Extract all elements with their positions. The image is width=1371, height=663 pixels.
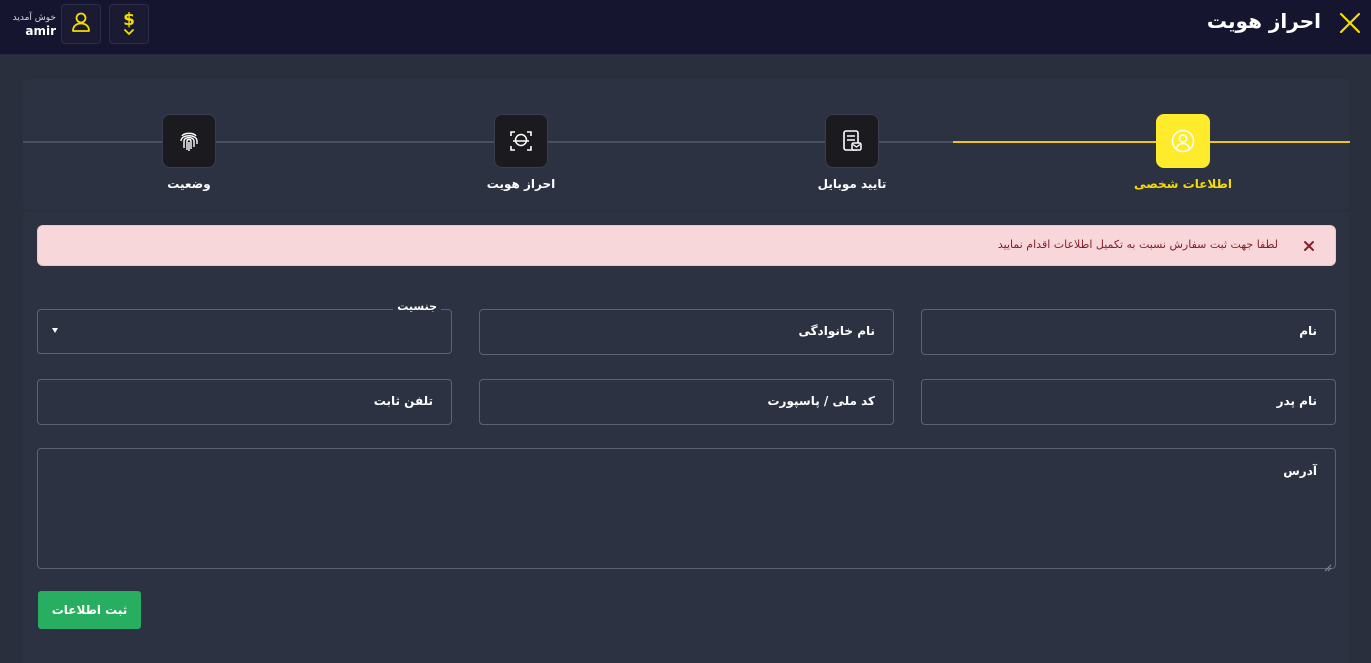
stepper: اطلاعات شخصی تایید موبایل احراز هویت وضع… <box>23 79 1350 209</box>
first-name-field[interactable]: نام <box>921 309 1336 355</box>
national-code-label: کد ملی / پاسپورت <box>767 394 876 408</box>
mobile-verify-icon <box>825 114 879 168</box>
last-name-field[interactable]: نام خانوادگی <box>479 309 894 355</box>
close-icon[interactable] <box>1337 10 1363 36</box>
username: amir <box>25 24 56 38</box>
dollar-icon: $ <box>121 7 137 41</box>
address-textarea[interactable]: آدرس <box>37 448 1336 572</box>
dropdown-arrow-icon <box>52 328 58 333</box>
page-title: احراز هویت <box>1206 9 1321 33</box>
step-label-identity: احراز هویت <box>486 177 556 191</box>
svg-text:$: $ <box>123 10 135 30</box>
wallet-button[interactable]: $ <box>109 4 149 44</box>
address-label: آدرس <box>1283 464 1317 478</box>
face-scan-icon <box>494 114 548 168</box>
step-personal-info[interactable]: اطلاعات شخصی <box>1113 114 1253 191</box>
gender-label: جنسیت <box>393 300 441 313</box>
close-icon[interactable] <box>1300 237 1318 255</box>
gender-select[interactable]: جنسیت <box>37 300 452 354</box>
step-identity[interactable]: احراز هویت <box>451 114 591 191</box>
step-label-mobile-verify: تایید موبایل <box>817 177 887 191</box>
submit-button[interactable]: ثبت اطلاعات <box>38 591 141 629</box>
national-code-field[interactable]: کد ملی / پاسپورت <box>479 379 894 425</box>
first-name-label: نام <box>1299 324 1317 338</box>
father-name-label: نام پدر <box>1276 394 1317 408</box>
landline-field[interactable]: تلفن ثابت <box>37 379 452 425</box>
top-bar: احراز هویت خوش آمدید amir $ <box>0 0 1371 55</box>
user-circle-icon <box>1156 114 1210 168</box>
last-name-label: نام خانوادگی <box>798 324 875 338</box>
resize-handle-icon[interactable] <box>1324 557 1332 572</box>
step-label-status: وضعیت <box>167 177 211 191</box>
step-status[interactable]: وضعیت <box>119 114 259 191</box>
identity-form: لطفا جهت ثبت سفارش نسبت به تکمیل اطلاعات… <box>23 212 1350 663</box>
user-greeting: خوش آمدید amir <box>8 12 56 39</box>
user-icon <box>70 11 92 37</box>
alert-banner: لطفا جهت ثبت سفارش نسبت به تکمیل اطلاعات… <box>37 225 1336 266</box>
welcome-text: خوش آمدید <box>12 13 56 23</box>
alert-message: لطفا جهت ثبت سفارش نسبت به تکمیل اطلاعات… <box>997 238 1278 251</box>
step-label-personal-info: اطلاعات شخصی <box>1134 177 1232 191</box>
fingerprint-icon <box>162 114 216 168</box>
profile-button[interactable] <box>61 4 101 44</box>
landline-label: تلفن ثابت <box>373 394 433 408</box>
father-name-field[interactable]: نام پدر <box>921 379 1336 425</box>
step-mobile-verify[interactable]: تایید موبایل <box>782 114 922 191</box>
